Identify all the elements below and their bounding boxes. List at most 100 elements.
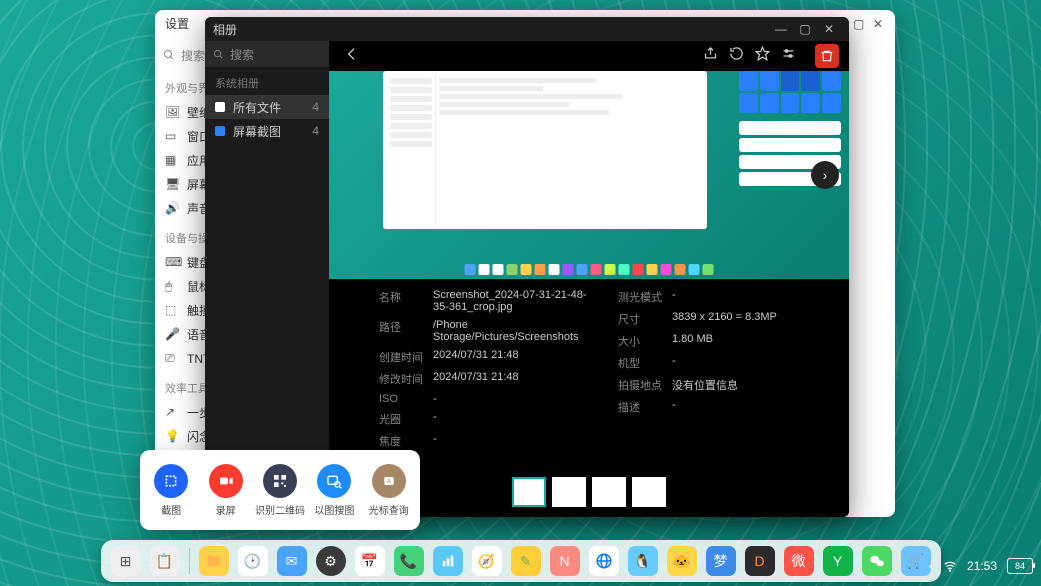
clock[interactable]: 21:53 (967, 559, 997, 573)
shot-tool-label: 以图搜图 (314, 502, 354, 517)
album-category-label: 系统相册 (205, 67, 329, 95)
dock-app[interactable]: N (550, 546, 580, 576)
shot-tool[interactable]: 识别二维码 (255, 464, 305, 517)
album-item-icon (215, 102, 225, 112)
shot-tool-label: 录屏 (216, 502, 236, 517)
qr-icon (263, 464, 297, 498)
shot-tool[interactable]: 录屏 (201, 464, 251, 517)
delete-button[interactable] (815, 44, 839, 68)
meta-value: 没有位置信息 (672, 377, 738, 393)
meta-value: 1.80 MB (672, 333, 713, 349)
dock-app[interactable]: 🐱 (667, 546, 697, 576)
dock-app[interactable] (433, 546, 463, 576)
image-metadata: 名称Screenshot_2024-07-31-21-48-35-361_cro… (329, 279, 849, 473)
dock-separator (189, 548, 190, 574)
search-icon (163, 49, 175, 61)
adjust-button[interactable] (775, 46, 801, 66)
status-bar: ‹ 21:53 84 (929, 558, 1033, 574)
meta-row: 焦度- (379, 433, 590, 449)
star-button[interactable] (749, 46, 775, 66)
keyboard-icon: ⌨ (165, 255, 179, 269)
image-preview[interactable]: › (329, 71, 849, 279)
album-item-icon (215, 126, 225, 136)
album-close-button[interactable]: ✕ (817, 22, 841, 36)
touchpad-icon: ⬚ (165, 303, 179, 317)
meta-row: 路径/Phone Storage/Pictures/Screenshots (379, 319, 590, 343)
display-icon: 🖥 (165, 177, 179, 191)
cursor-icon: A (372, 464, 406, 498)
dock-app[interactable]: ✉ (277, 546, 307, 576)
shot-tool[interactable]: A光标查询 (364, 464, 414, 517)
meta-value: - (433, 411, 437, 427)
chevron-left-icon[interactable]: ‹ (929, 559, 933, 573)
thumbnail[interactable] (552, 477, 586, 507)
dock-app[interactable]: 梦 (706, 546, 736, 576)
meta-row: 尺寸3839 x 2160 = 8.3MP (618, 311, 829, 327)
shot-tool-label: 识别二维码 (255, 502, 305, 517)
dock: ⊞ 📋 🕑 ✉ ⚙ 📅 📞 🧭 ✎ N 🐧 🐱 梦D微Y 🛒 (101, 540, 941, 582)
meta-label: 拍摄地点 (618, 377, 672, 393)
dock-app[interactable] (589, 546, 619, 576)
meta-label: 机型 (618, 355, 672, 371)
next-image-button[interactable]: › (811, 161, 839, 189)
meta-row: 描述- (618, 399, 829, 415)
dock-app[interactable]: 📅 (355, 546, 385, 576)
shot-tool[interactable]: 以图搜图 (309, 464, 359, 517)
thumbnail[interactable] (632, 477, 666, 507)
desktop: 设置 — ▢ ✕ 搜索设置项 外观与界面🖼壁纸▭窗口▦应用栏🖥屏幕与显示🔊声音设… (0, 0, 1041, 586)
thumbnail[interactable] (592, 477, 626, 507)
meta-label: 尺寸 (618, 311, 672, 327)
picture-icon: 🖼 (165, 105, 179, 119)
dock-app[interactable]: 🧭 (472, 546, 502, 576)
meta-value: - (433, 393, 437, 405)
rotate-button[interactable] (723, 46, 749, 66)
wifi-icon[interactable] (943, 559, 957, 573)
album-item-label: 屏幕截图 (233, 123, 281, 140)
meta-label: 测光模式 (618, 289, 672, 305)
dock-app[interactable]: 🛒 (901, 546, 931, 576)
album-maximize-button[interactable]: ▢ (793, 22, 817, 36)
dock-app[interactable]: 📞 (394, 546, 424, 576)
crop-icon (154, 464, 188, 498)
maximize-button[interactable]: ▢ (853, 17, 865, 29)
album-search-placeholder: 搜索 (230, 46, 254, 63)
dock-app[interactable]: Y (823, 546, 853, 576)
battery-indicator[interactable]: 84 (1007, 558, 1033, 574)
meta-label: 创建时间 (379, 349, 433, 365)
dock-app[interactable] (862, 546, 892, 576)
dock-app[interactable]: 微 (784, 546, 814, 576)
album-item-count: 4 (312, 124, 319, 138)
back-button[interactable] (339, 46, 365, 67)
meta-value: - (672, 355, 676, 371)
meta-row: ISO- (379, 393, 590, 405)
share-button[interactable] (697, 46, 723, 66)
meta-value: 2024/07/31 21:48 (433, 349, 519, 365)
album-sidebar-item[interactable]: 屏幕截图 4 (205, 119, 329, 143)
dock-app[interactable]: ⚙ (316, 546, 346, 576)
shot-tool[interactable]: 截图 (146, 464, 196, 517)
album-sidebar: 搜索 系统相册 所有文件4 屏幕截图 4 (205, 41, 329, 517)
imagesearch-icon (317, 464, 351, 498)
meta-value: - (433, 433, 437, 449)
close-button[interactable]: ✕ (873, 17, 885, 29)
dock-app[interactable] (199, 546, 229, 576)
album-minimize-button[interactable]: — (769, 22, 793, 36)
album-sidebar-item[interactable]: 所有文件4 (205, 95, 329, 119)
preview-inner-window (383, 71, 707, 229)
search-icon (213, 49, 224, 60)
dock-app[interactable]: ✎ (511, 546, 541, 576)
meta-label: 修改时间 (379, 371, 433, 387)
sound-icon: 🔊 (165, 201, 179, 215)
preview-mini-dock (465, 264, 714, 275)
meta-value: - (672, 289, 676, 305)
album-search[interactable]: 搜索 (205, 41, 329, 67)
thumbnail[interactable] (512, 477, 546, 507)
dock-app[interactable]: D (745, 546, 775, 576)
meta-value: /Phone Storage/Pictures/Screenshots (433, 319, 590, 343)
meta-value: 3839 x 2160 = 8.3MP (672, 311, 777, 327)
dock-app[interactable]: 📋 (150, 546, 180, 576)
meta-label: 焦度 (379, 433, 433, 449)
dock-app[interactable]: ⊞ (111, 546, 141, 576)
dock-app[interactable]: 🐧 (628, 546, 658, 576)
dock-app[interactable]: 🕑 (238, 546, 268, 576)
